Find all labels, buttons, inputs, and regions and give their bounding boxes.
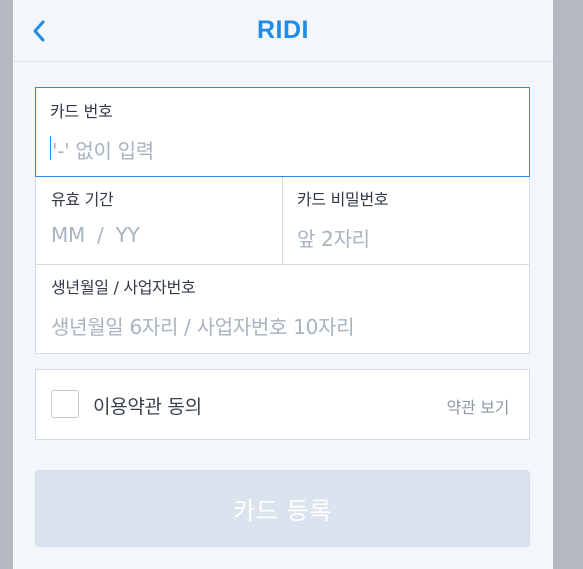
terms-label[interactable]: 이용약관 동의 xyxy=(93,392,202,419)
header-bar: RIDI xyxy=(13,0,553,62)
expiry-password-row: 유효 기간 MM / YY 카드 비밀번호 앞 2자리 xyxy=(36,177,529,265)
expiry-label: 유효 기간 xyxy=(51,190,114,209)
expiry-input[interactable]: MM / YY xyxy=(51,223,140,247)
register-card-button[interactable]: 카드 등록 xyxy=(35,470,530,547)
card-number-field[interactable]: 카드 번호 '-' 없이 입력 xyxy=(35,87,530,177)
card-number-label: 카드 번호 xyxy=(50,102,113,121)
app-panel: RIDI 카드 번호 '-' 없이 입력 유효 기간 MM / YY 카드 비밀… xyxy=(13,0,553,569)
view-terms-link[interactable]: 약관 보기 xyxy=(447,394,510,418)
password-label: 카드 비밀번호 xyxy=(297,190,389,209)
expiry-field[interactable]: 유효 기간 MM / YY xyxy=(36,177,282,265)
birth-label: 생년월일 / 사업자번호 xyxy=(51,278,196,297)
card-form: 카드 번호 '-' 없이 입력 유효 기간 MM / YY 카드 비밀번호 앞 … xyxy=(35,87,530,354)
terms-row: 이용약관 동의 약관 보기 xyxy=(35,369,530,440)
text-caret xyxy=(50,136,51,160)
birth-field[interactable]: 생년월일 / 사업자번호 생년월일 6자리 / 사업자번호 10자리 xyxy=(36,265,529,353)
card-number-input[interactable]: '-' 없이 입력 xyxy=(52,135,154,164)
birth-input[interactable]: 생년월일 6자리 / 사업자번호 10자리 xyxy=(51,311,355,340)
terms-checkbox[interactable] xyxy=(51,390,79,418)
password-field[interactable]: 카드 비밀번호 앞 2자리 xyxy=(283,177,529,265)
password-input[interactable]: 앞 2자리 xyxy=(297,223,370,252)
page-title: RIDI xyxy=(257,16,309,44)
